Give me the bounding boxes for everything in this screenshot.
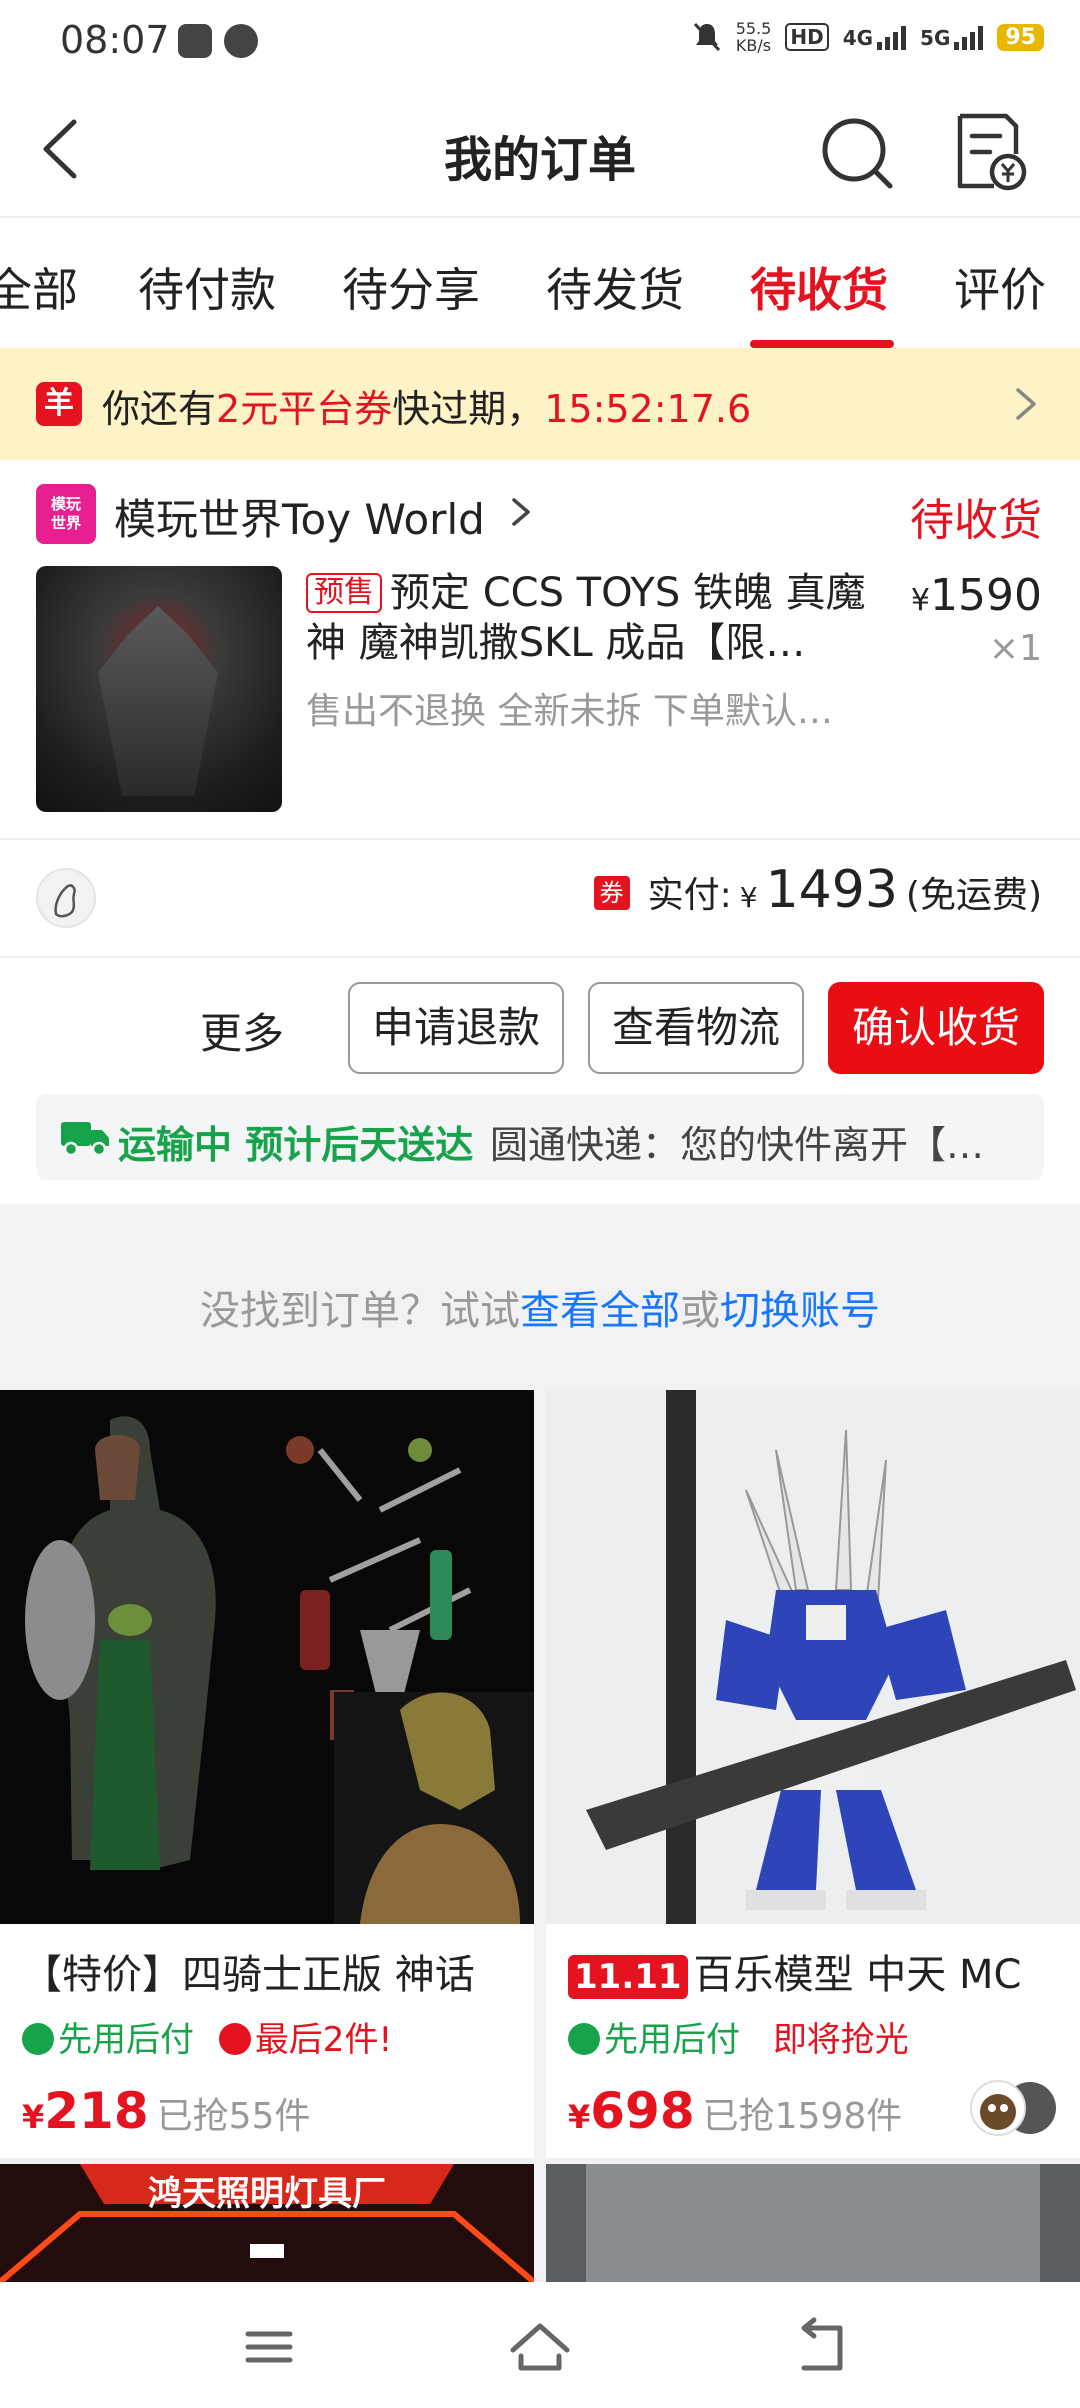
coupon-banner[interactable]: 羊 你还有2元平台券快过期，15:52:17.6 xyxy=(0,348,1080,460)
hd-icon: HD xyxy=(785,23,829,51)
tab-review[interactable]: 评价 xyxy=(954,254,1046,320)
coupon-tag: 券 xyxy=(593,876,630,910)
page-title: 我的订单 xyxy=(443,132,636,188)
tab-pending-receipt[interactable]: 待收货 xyxy=(750,254,888,320)
product-price: ¥218 已抢55件 xyxy=(22,2082,311,2140)
product-spec: 售出不退换 全新未拆 下单默认… xyxy=(306,691,833,732)
coupon-text: 你还有2元平台券快过期，15:52:17.6 xyxy=(102,387,752,431)
coupon-countdown: 15:52:17.6 xyxy=(544,387,752,431)
mute-icon xyxy=(693,22,720,52)
search-icon[interactable] xyxy=(818,114,898,194)
order-card: 模玩 世界 模玩世界Toy World 待收货 预售 预定 CCS TOYS 铁魄… xyxy=(0,460,1080,1204)
product-card[interactable]: 鸿天照明灯具厂 xyxy=(0,2164,534,2282)
signal-icon xyxy=(877,24,907,50)
product-quantity: ×1 xyxy=(988,628,1042,669)
more-button[interactable]: 更多 xyxy=(200,1000,284,1061)
coupon-icon: 羊 xyxy=(36,382,82,426)
confirm-receipt-button[interactable]: 确认收货 xyxy=(828,982,1044,1074)
product-image xyxy=(546,2164,1080,2282)
shop-logo[interactable]: 模玩 世界 xyxy=(36,484,96,544)
play-icon xyxy=(224,24,258,58)
product-title: 【特价】四骑士正版 神话 xyxy=(22,1952,475,1998)
promo-tag: 11.11 xyxy=(568,1955,688,1999)
pay-later-icon xyxy=(568,2023,600,2055)
shop-name[interactable]: 模玩世界Toy World xyxy=(114,486,485,547)
clock-icon xyxy=(218,2023,251,2055)
truck-icon xyxy=(61,1122,109,1156)
paid-amount: 1493 xyxy=(765,860,898,920)
product-price: ¥698 已抢1598件 xyxy=(568,2082,903,2140)
product-badges: 先用后付 即将抢光 xyxy=(568,2012,909,2061)
buyer-avatars xyxy=(970,2080,1056,2136)
nav-header: 我的订单 xyxy=(0,84,1080,216)
shipping-fee: (免运费) xyxy=(905,875,1042,916)
switch-account-link[interactable]: 切换账号 xyxy=(720,1288,880,1334)
shipping-detail: 圆通快递：您的快件离开【… xyxy=(490,1123,985,1167)
game-icon xyxy=(178,24,212,58)
order-tabs: 全部 待付款 待分享 待发货 待收货 评价 xyxy=(0,216,1080,348)
payment-summary: 券 实付: ¥ 1493 (免运费) xyxy=(593,860,1042,920)
home-icon[interactable] xyxy=(505,2312,575,2382)
pay-later-icon xyxy=(22,2023,54,2055)
product-title[interactable]: 预售 预定 CCS TOYS 铁魄 真魔神 魔神凯撒SKL 成品【限… xyxy=(306,568,886,668)
tab-pending-share[interactable]: 待分享 xyxy=(342,254,480,320)
bill-icon[interactable] xyxy=(950,110,1030,194)
not-found-hint: 没找到订单？试试查看全部或切换账号 xyxy=(200,1288,880,1334)
presale-badge: 预售 xyxy=(306,573,382,613)
product-price: ¥1590 xyxy=(910,570,1042,621)
refund-button[interactable]: 申请退款 xyxy=(348,982,564,1074)
status-bar: 08:07 55.5 KB/s HD 4G 5G 95 xyxy=(0,0,1080,84)
paid-label: 实付: xyxy=(647,875,732,916)
product-image xyxy=(546,1390,1080,1924)
tab-pending-payment[interactable]: 待付款 xyxy=(138,254,276,320)
order-status: 待收货 xyxy=(910,495,1042,546)
net-speed: 55.5 KB/s xyxy=(735,19,772,55)
avatar xyxy=(36,868,96,928)
banner-text: 鸿天照明灯具厂 xyxy=(148,2174,386,2214)
shipping-status: 运输中 预计后天送达 xyxy=(118,1123,474,1167)
product-card[interactable]: 【特价】四骑士正版 神话 先用后付 最后2件! ¥218 已抢55件 xyxy=(0,1390,534,2158)
tab-all[interactable]: 全部 xyxy=(0,254,78,320)
active-tab-indicator xyxy=(750,340,894,348)
product-image xyxy=(0,1390,534,1924)
system-nav-bar xyxy=(0,2282,1080,2408)
tab-pending-shipment[interactable]: 待发货 xyxy=(546,254,684,320)
divider xyxy=(0,838,1080,840)
product-image[interactable] xyxy=(36,566,282,812)
product-card[interactable]: 11.11 百乐模型 中天 MC 先用后付 即将抢光 ¥698 已抢1598件 xyxy=(546,1390,1080,2158)
product-title: 11.11 百乐模型 中天 MC xyxy=(568,1942,1068,2000)
logistics-bar[interactable]: 运输中 预计后天送达 圆通快递：您的快件离开【… xyxy=(36,1094,1044,1180)
back-nav-icon[interactable] xyxy=(790,2312,860,2382)
menu-icon[interactable] xyxy=(234,2312,304,2382)
view-all-link[interactable]: 查看全部 xyxy=(520,1288,680,1334)
signal-icon xyxy=(954,24,984,50)
product-card[interactable] xyxy=(546,2164,1080,2282)
not-found-section: 没找到订单？试试查看全部或切换账号 xyxy=(0,1204,1080,1390)
status-indicators: 55.5 KB/s HD 4G 5G 95 xyxy=(692,20,1044,54)
product-badges: 先用后付 最后2件! xyxy=(22,2012,392,2061)
network-5g: 5G xyxy=(920,24,984,50)
status-time: 08:07 xyxy=(60,18,170,62)
divider xyxy=(0,956,1080,958)
chevron-right-icon xyxy=(512,498,530,526)
view-logistics-button[interactable]: 查看物流 xyxy=(588,982,804,1074)
battery-icon: 95 xyxy=(997,23,1044,51)
chevron-right-icon xyxy=(1016,388,1036,420)
network-4g: 4G xyxy=(843,24,907,50)
